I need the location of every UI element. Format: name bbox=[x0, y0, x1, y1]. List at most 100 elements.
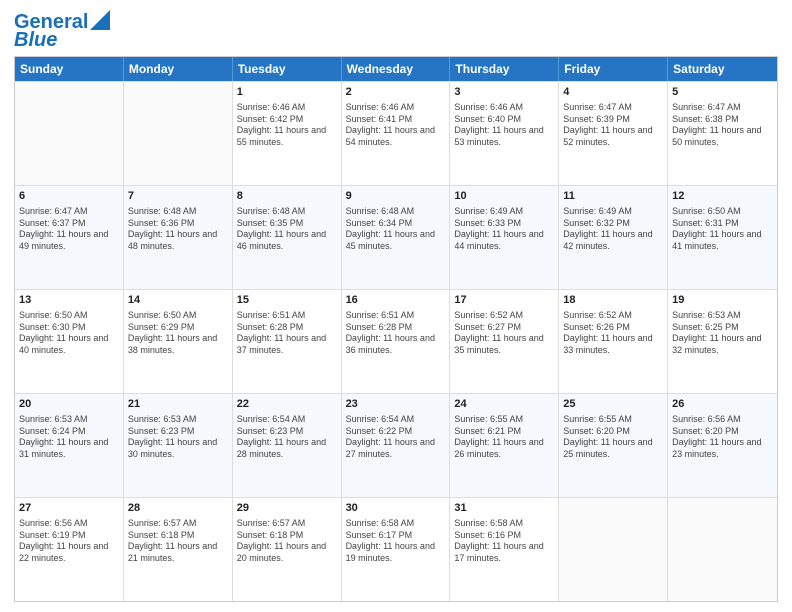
cal-cell: 18 Sunrise: 6:52 AM Sunset: 6:26 PM Dayli… bbox=[559, 290, 668, 393]
day-info: Sunrise: 6:55 AM Sunset: 6:21 PM Dayligh… bbox=[454, 414, 554, 461]
day-info: Sunrise: 6:46 AM Sunset: 6:40 PM Dayligh… bbox=[454, 102, 554, 149]
cal-cell bbox=[124, 82, 233, 185]
cal-cell: 3 Sunrise: 6:46 AM Sunset: 6:40 PM Daylig… bbox=[450, 82, 559, 185]
day-info: Sunrise: 6:51 AM Sunset: 6:28 PM Dayligh… bbox=[346, 310, 446, 357]
day-number: 7 bbox=[128, 189, 228, 204]
cal-cell: 11Sunrise: 6:49 AM Sunset: 6:32 PM Dayli… bbox=[559, 186, 668, 289]
cal-cell: 15 Sunrise: 6:51 AM Sunset: 6:28 PM Dayli… bbox=[233, 290, 342, 393]
page: General Blue SundayMondayTuesdayWednesda… bbox=[0, 0, 792, 612]
day-info: Sunrise: 6:46 AM Sunset: 6:42 PM Dayligh… bbox=[237, 102, 337, 149]
day-info: Sunrise: 6:50 AM Sunset: 6:29 PM Dayligh… bbox=[128, 310, 228, 357]
cal-cell: 13 Sunrise: 6:50 AM Sunset: 6:30 PM Dayli… bbox=[15, 290, 124, 393]
day-number: 15 bbox=[237, 293, 337, 308]
cal-header-tuesday: Tuesday bbox=[233, 57, 342, 81]
logo-icon bbox=[90, 10, 110, 30]
cal-week-4: 20Sunrise: 6:53 AM Sunset: 6:24 PM Dayli… bbox=[15, 393, 777, 497]
day-info: Sunrise: 6:48 AM Sunset: 6:35 PM Dayligh… bbox=[237, 206, 337, 253]
day-info: Sunrise: 6:48 AM Sunset: 6:34 PM Dayligh… bbox=[346, 206, 446, 253]
cal-cell: 9 Sunrise: 6:48 AM Sunset: 6:34 PM Daylig… bbox=[342, 186, 451, 289]
day-number: 4 bbox=[563, 85, 663, 100]
cal-cell: 23 Sunrise: 6:54 AM Sunset: 6:22 PM Dayli… bbox=[342, 394, 451, 497]
calendar-header: SundayMondayTuesdayWednesdayThursdayFrid… bbox=[15, 57, 777, 81]
cal-cell: 4 Sunrise: 6:47 AM Sunset: 6:39 PM Daylig… bbox=[559, 82, 668, 185]
day-number: 9 bbox=[346, 189, 446, 204]
day-number: 3 bbox=[454, 85, 554, 100]
calendar-body: 1 Sunrise: 6:46 AM Sunset: 6:42 PM Daylig… bbox=[15, 81, 777, 601]
day-info: Sunrise: 6:54 AM Sunset: 6:22 PM Dayligh… bbox=[346, 414, 446, 461]
day-number: 14 bbox=[128, 293, 228, 308]
cal-cell: 27Sunrise: 6:56 AM Sunset: 6:19 PM Dayli… bbox=[15, 498, 124, 601]
day-info: Sunrise: 6:52 AM Sunset: 6:27 PM Dayligh… bbox=[454, 310, 554, 357]
day-info: Sunrise: 6:46 AM Sunset: 6:41 PM Dayligh… bbox=[346, 102, 446, 149]
day-number: 12 bbox=[672, 189, 773, 204]
logo: General Blue bbox=[14, 10, 110, 50]
day-info: Sunrise: 6:47 AM Sunset: 6:37 PM Dayligh… bbox=[19, 206, 119, 253]
day-number: 24 bbox=[454, 397, 554, 412]
day-number: 17 bbox=[454, 293, 554, 308]
day-info: Sunrise: 6:54 AM Sunset: 6:23 PM Dayligh… bbox=[237, 414, 337, 461]
header: General Blue bbox=[14, 10, 778, 50]
day-info: Sunrise: 6:52 AM Sunset: 6:26 PM Dayligh… bbox=[563, 310, 663, 357]
cal-header-saturday: Saturday bbox=[668, 57, 777, 81]
cal-cell: 7 Sunrise: 6:48 AM Sunset: 6:36 PM Daylig… bbox=[124, 186, 233, 289]
day-info: Sunrise: 6:55 AM Sunset: 6:20 PM Dayligh… bbox=[563, 414, 663, 461]
day-number: 19 bbox=[672, 293, 773, 308]
day-number: 23 bbox=[346, 397, 446, 412]
day-info: Sunrise: 6:58 AM Sunset: 6:16 PM Dayligh… bbox=[454, 518, 554, 565]
day-number: 13 bbox=[19, 293, 119, 308]
cal-cell: 25 Sunrise: 6:55 AM Sunset: 6:20 PM Dayli… bbox=[559, 394, 668, 497]
day-info: Sunrise: 6:47 AM Sunset: 6:39 PM Dayligh… bbox=[563, 102, 663, 149]
cal-week-3: 13 Sunrise: 6:50 AM Sunset: 6:30 PM Dayli… bbox=[15, 289, 777, 393]
day-number: 30 bbox=[346, 501, 446, 516]
day-number: 16 bbox=[346, 293, 446, 308]
cal-cell bbox=[559, 498, 668, 601]
cal-cell: 31 Sunrise: 6:58 AM Sunset: 6:16 PM Dayli… bbox=[450, 498, 559, 601]
cal-cell: 17 Sunrise: 6:52 AM Sunset: 6:27 PM Dayli… bbox=[450, 290, 559, 393]
day-number: 11 bbox=[563, 189, 663, 204]
day-number: 31 bbox=[454, 501, 554, 516]
cal-week-1: 1 Sunrise: 6:46 AM Sunset: 6:42 PM Daylig… bbox=[15, 81, 777, 185]
day-number: 22 bbox=[237, 397, 337, 412]
day-number: 21 bbox=[128, 397, 228, 412]
cal-cell: 8 Sunrise: 6:48 AM Sunset: 6:35 PM Daylig… bbox=[233, 186, 342, 289]
calendar: SundayMondayTuesdayWednesdayThursdayFrid… bbox=[14, 56, 778, 602]
day-info: Sunrise: 6:53 AM Sunset: 6:25 PM Dayligh… bbox=[672, 310, 773, 357]
cal-cell: 19 Sunrise: 6:53 AM Sunset: 6:25 PM Dayli… bbox=[668, 290, 777, 393]
cal-cell: 12Sunrise: 6:50 AM Sunset: 6:31 PM Dayli… bbox=[668, 186, 777, 289]
cal-header-friday: Friday bbox=[559, 57, 668, 81]
day-number: 27 bbox=[19, 501, 119, 516]
day-number: 26 bbox=[672, 397, 773, 412]
cal-cell: 21Sunrise: 6:53 AM Sunset: 6:23 PM Dayli… bbox=[124, 394, 233, 497]
cal-cell: 5Sunrise: 6:47 AM Sunset: 6:38 PM Daylig… bbox=[668, 82, 777, 185]
cal-cell: 14 Sunrise: 6:50 AM Sunset: 6:29 PM Dayli… bbox=[124, 290, 233, 393]
day-info: Sunrise: 6:56 AM Sunset: 6:20 PM Dayligh… bbox=[672, 414, 773, 461]
cal-cell: 10Sunrise: 6:49 AM Sunset: 6:33 PM Dayli… bbox=[450, 186, 559, 289]
cal-cell: 2 Sunrise: 6:46 AM Sunset: 6:41 PM Daylig… bbox=[342, 82, 451, 185]
cal-cell: 6Sunrise: 6:47 AM Sunset: 6:37 PM Daylig… bbox=[15, 186, 124, 289]
cal-cell: 16 Sunrise: 6:51 AM Sunset: 6:28 PM Dayli… bbox=[342, 290, 451, 393]
cal-cell: 1 Sunrise: 6:46 AM Sunset: 6:42 PM Daylig… bbox=[233, 82, 342, 185]
day-number: 1 bbox=[237, 85, 337, 100]
day-number: 29 bbox=[237, 501, 337, 516]
day-info: Sunrise: 6:57 AM Sunset: 6:18 PM Dayligh… bbox=[128, 518, 228, 565]
day-number: 2 bbox=[346, 85, 446, 100]
cal-header-wednesday: Wednesday bbox=[342, 57, 451, 81]
day-number: 10 bbox=[454, 189, 554, 204]
day-info: Sunrise: 6:48 AM Sunset: 6:36 PM Dayligh… bbox=[128, 206, 228, 253]
cal-cell: 20Sunrise: 6:53 AM Sunset: 6:24 PM Dayli… bbox=[15, 394, 124, 497]
cal-cell: 22 Sunrise: 6:54 AM Sunset: 6:23 PM Dayli… bbox=[233, 394, 342, 497]
day-number: 8 bbox=[237, 189, 337, 204]
day-number: 20 bbox=[19, 397, 119, 412]
cal-cell bbox=[668, 498, 777, 601]
day-info: Sunrise: 6:50 AM Sunset: 6:30 PM Dayligh… bbox=[19, 310, 119, 357]
day-info: Sunrise: 6:47 AM Sunset: 6:38 PM Dayligh… bbox=[672, 102, 773, 149]
cal-cell: 29 Sunrise: 6:57 AM Sunset: 6:18 PM Dayli… bbox=[233, 498, 342, 601]
day-info: Sunrise: 6:51 AM Sunset: 6:28 PM Dayligh… bbox=[237, 310, 337, 357]
day-info: Sunrise: 6:58 AM Sunset: 6:17 PM Dayligh… bbox=[346, 518, 446, 565]
cal-cell: 28 Sunrise: 6:57 AM Sunset: 6:18 PM Dayli… bbox=[124, 498, 233, 601]
day-number: 25 bbox=[563, 397, 663, 412]
day-number: 28 bbox=[128, 501, 228, 516]
day-info: Sunrise: 6:57 AM Sunset: 6:18 PM Dayligh… bbox=[237, 518, 337, 565]
cal-week-5: 27Sunrise: 6:56 AM Sunset: 6:19 PM Dayli… bbox=[15, 497, 777, 601]
day-number: 18 bbox=[563, 293, 663, 308]
